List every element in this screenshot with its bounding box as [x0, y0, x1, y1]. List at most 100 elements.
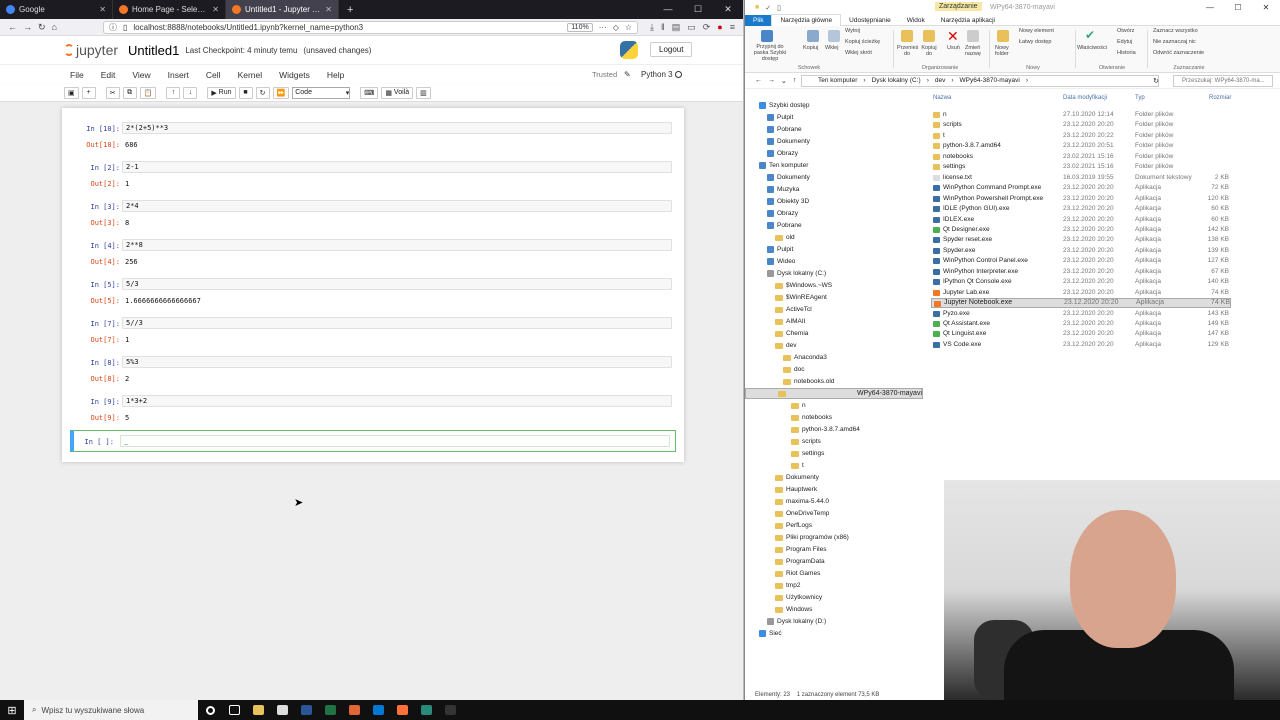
quick-save-icon[interactable]: ✓	[765, 4, 771, 12]
invert-selection-label[interactable]: Odwróć zaznaczenie	[1153, 50, 1204, 56]
nav-item[interactable]: ProgramData	[775, 556, 825, 567]
insert-cell-icon[interactable]: +	[81, 86, 96, 99]
nav-item[interactable]: Riot Games	[775, 568, 820, 579]
sidebar-icon[interactable]: ▤	[672, 22, 681, 33]
ribbon-tab[interactable]: Widok	[899, 15, 933, 26]
nav-item[interactable]: Anaconda3	[783, 352, 827, 363]
nav-item[interactable]: AIMAII	[775, 316, 806, 327]
jupyter-logo[interactable]: jupyter	[64, 42, 118, 58]
file-row[interactable]: WinPython Command Prompt.exe 23.12.2020 2…	[931, 183, 1231, 193]
chart-icon[interactable]: ▥	[416, 86, 431, 99]
nav-item[interactable]: Ten komputer	[759, 160, 808, 171]
active-cell[interactable]: In [ ]: _	[70, 430, 676, 452]
firefox-taskbar-icon[interactable]	[390, 700, 414, 720]
tab-close-icon[interactable]: ✕	[99, 5, 106, 14]
nav-item[interactable]: tmp2	[775, 580, 800, 591]
nav-item[interactable]: Sieć	[759, 628, 782, 639]
menu-insert[interactable]: Insert	[168, 70, 189, 80]
breadcrumb-item[interactable]: dev	[935, 77, 945, 84]
copy-icon[interactable]	[807, 30, 819, 42]
task-view-taskbar-icon[interactable]	[222, 700, 246, 720]
file-row[interactable]: Jupyter Notebook.exe 23.12.2020 20:20 Apli…	[931, 298, 1231, 309]
select-none-label[interactable]: Nie zaznaczaj nic	[1153, 39, 1196, 45]
notebook-cell[interactable]: In [5]: 5/3 Out[5]: 1.6666666666666667	[82, 278, 672, 312]
nav-item[interactable]: Pulpit	[767, 112, 793, 123]
rename-icon[interactable]	[967, 30, 979, 42]
nav-item[interactable]: Pobrane	[767, 220, 802, 231]
menu-icon[interactable]: ≡	[730, 22, 735, 33]
file-row[interactable]: Pyzo.exe 23.12.2020 20:20 Aplikacja 143 KB	[931, 309, 1231, 319]
nav-item[interactable]: doc	[783, 364, 804, 375]
menu-view[interactable]: View	[132, 70, 150, 80]
jupyter-taskbar-icon[interactable]	[414, 700, 438, 720]
notebook-name[interactable]: Untitled1	[128, 43, 179, 58]
reader-icon[interactable]: ▭	[687, 22, 696, 33]
menu-kernel[interactable]: Kernel	[238, 70, 263, 80]
nav-item[interactable]: Obrazy	[767, 208, 798, 219]
reload-icon[interactable]: ↻	[38, 22, 46, 33]
cell-type-select[interactable]: Code ▾	[292, 86, 351, 99]
cell-code-input[interactable]: _	[120, 435, 670, 447]
excel-taskbar-icon[interactable]	[318, 700, 342, 720]
delete-label[interactable]: Usuń	[947, 45, 960, 51]
notebook-cell[interactable]: In [3]: 2*4 Out[3]: 8	[82, 200, 672, 234]
nav-item[interactable]: dev	[775, 340, 796, 351]
bookmark-star-icon[interactable]: ☆	[625, 23, 632, 32]
move-up-icon[interactable]: ↑	[166, 86, 181, 99]
cell-code-input[interactable]: 5/3	[122, 278, 672, 290]
paste-label[interactable]: Wklej	[825, 45, 838, 51]
file-row[interactable]: python-3.8.7.amd64 23.12.2020 20:51 Folder…	[931, 141, 1231, 151]
breadcrumb-item[interactable]: Dysk lokalny (C:)	[872, 77, 921, 84]
nav-item[interactable]: Obiekty 3D	[767, 196, 809, 207]
pin-icon[interactable]	[761, 30, 773, 42]
nav-item[interactable]: maxima-5.44.0	[775, 496, 829, 507]
file-row[interactable]: Spyder reset.exe 23.12.2020 20:20 Aplikacj…	[931, 235, 1231, 245]
restart-icon[interactable]: ↻	[255, 86, 270, 99]
copy-icon[interactable]: ⧉	[122, 86, 137, 99]
minimize-icon[interactable]: —	[1196, 0, 1224, 15]
notebook-cell[interactable]: In [8]: 5%3 Out[8]: 2	[82, 356, 672, 390]
ribbon-tab[interactable]: Plik	[745, 14, 772, 26]
column-header-size[interactable]: Rozmiar	[1209, 95, 1231, 101]
breadcrumb-item[interactable]: WPy64-3870-mayavi	[960, 77, 1020, 84]
nav-item[interactable]: Dokumenty	[767, 172, 810, 183]
back-icon[interactable]: ←	[755, 77, 762, 84]
trusted-indicator[interactable]: Trusted	[592, 70, 617, 79]
run-button[interactable]: ▶ Run	[207, 86, 236, 99]
file-row[interactable]: settings 23.02.2021 15:16 Folder plików	[931, 162, 1231, 172]
file-row[interactable]: WinPython Control Panel.exe 23.12.2020 20…	[931, 256, 1231, 266]
nav-item[interactable]: Pobrane	[767, 124, 802, 135]
nav-item[interactable]: $WinREAgent	[775, 292, 827, 303]
cell-code-input[interactable]: 2*4	[122, 200, 672, 212]
notebook-cell[interactable]: In [4]: 2**8 Out[4]: 256	[82, 239, 672, 273]
taskbar-search[interactable]: ⌕ Wpisz tu wyszukiwane słowa	[24, 700, 198, 720]
new-item-label[interactable]: Nowy element	[1019, 28, 1054, 34]
nav-item[interactable]: Wideo	[767, 256, 795, 267]
menu-file[interactable]: File	[70, 70, 84, 80]
matlab-taskbar-icon[interactable]	[342, 700, 366, 720]
file-row[interactable]: scripts 23.12.2020 20:20 Folder plików	[931, 120, 1231, 130]
browser-tab[interactable]: Untitled1 - Jupyter Notebook ✕	[226, 0, 339, 19]
pin-label[interactable]: Przypnij do paska Szybki dostęp	[751, 44, 789, 62]
nav-item[interactable]: Windows	[775, 604, 812, 615]
nav-item[interactable]: WPy64-3870-mayavi	[745, 388, 923, 399]
word-taskbar-icon[interactable]	[294, 700, 318, 720]
cell-code-input[interactable]: 2*(2+5)**3	[122, 122, 672, 134]
url-bar[interactable]: ⓘ ▯ localhost:8888/notebooks/Untitled1.i…	[102, 20, 639, 34]
browser-tab[interactable]: Google ✕	[0, 0, 113, 19]
home-icon[interactable]: ⌂	[52, 22, 57, 32]
nav-item[interactable]: Obrazy	[767, 148, 798, 159]
fast-forward-icon[interactable]: ⏩	[272, 86, 290, 99]
more-icon[interactable]: ···	[599, 23, 607, 32]
file-row[interactable]: license.txt 16.03.2019 19:55 Dokument teks…	[931, 173, 1231, 183]
up-icon[interactable]: ↑	[793, 77, 797, 84]
menu-widgets[interactable]: Widgets	[279, 70, 310, 80]
column-header-name[interactable]: Nazwa	[933, 95, 951, 101]
ribbon-tab[interactable]: Narzędzia główne	[771, 14, 842, 26]
cell-code-input[interactable]: 1*3+2	[122, 395, 672, 407]
notebook-cell[interactable]: In [2]: 2-1 Out[2]: 1	[82, 161, 672, 195]
files-taskbar-icon[interactable]	[246, 700, 270, 720]
nav-item[interactable]: t	[791, 460, 804, 471]
menu-help[interactable]: Help	[327, 70, 344, 80]
shield-icon[interactable]: ◇	[613, 23, 619, 32]
